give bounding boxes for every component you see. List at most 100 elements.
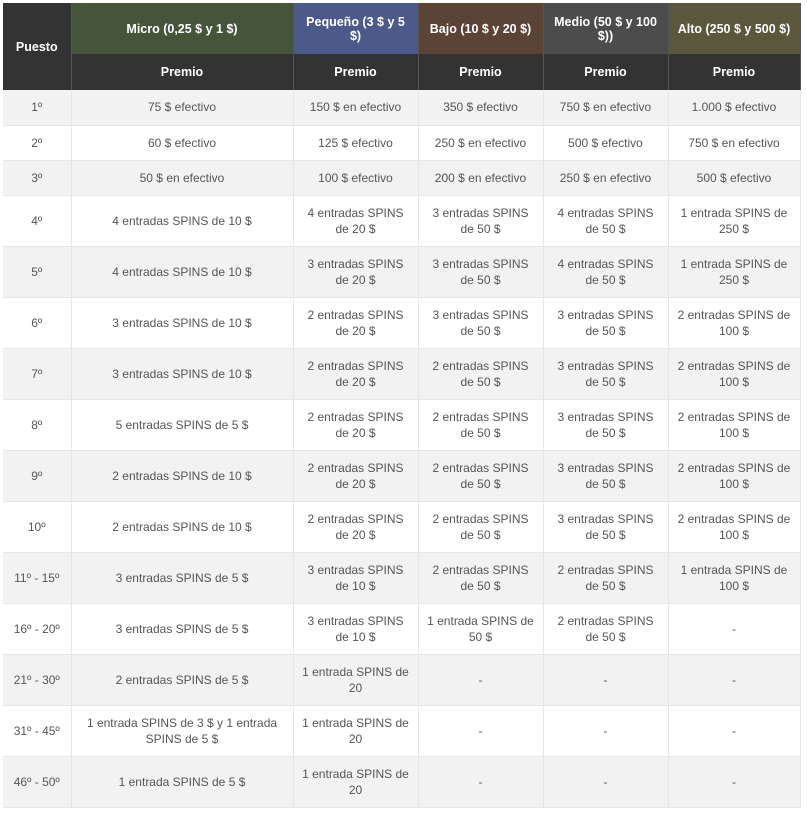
prize-cell-pequeno: 2 entradas SPINS de 20 $: [293, 297, 419, 349]
table-row: 9º 2 entradas SPINS de 10 $2 entradas SPI…: [3, 450, 801, 502]
table-row: 8º 5 entradas SPINS de 5 $ 2 entradas SPIN…: [3, 399, 801, 451]
position-cell: 1º: [3, 90, 72, 126]
prize-cell-alto: 2 entradas SPINS de 100 $: [668, 399, 801, 451]
prize-cell-alto: -: [668, 654, 801, 706]
prize-cell-alto: 2 entradas SPINS de 100 $: [668, 501, 801, 553]
prize-cell-medio: -: [543, 705, 669, 757]
prize-cell-bajo: 2 entradas SPINS de 50 $: [418, 501, 544, 553]
prize-cell-micro: 50 $ en efectivo: [71, 160, 294, 196]
prize-cell-alto: 2 entradas SPINS de 100 $: [668, 450, 801, 502]
prize-cell-pequeno: 100 $ efectivo: [293, 160, 419, 196]
prize-cell-pequeno: 150 $ en efectivo: [293, 90, 419, 126]
table-row: 46º - 50º 1 entrada SPINS de 5 $1 entrada…: [3, 756, 801, 808]
tier-header-pequeno: Pequeño (3 $ y 5 $): [293, 3, 419, 54]
premio-header-row: Premio Premio Premio Premio Premio: [3, 54, 801, 90]
prize-cell-micro: 75 $ efectivo: [71, 90, 294, 126]
prize-cell-micro: 3 entradas SPINS de 10 $: [71, 348, 294, 400]
prize-cell-alto: 1 entrada SPINS de 100 $: [668, 552, 801, 604]
prize-cell-bajo: 2 entradas SPINS de 50 $: [418, 450, 544, 502]
prize-cell-medio: 2 entradas SPINS de 50 $: [543, 552, 669, 604]
position-cell: 2º: [3, 125, 72, 161]
table-row: 1º 75 $ efectivo 150 $ en efectivo 350 $ ef…: [3, 90, 801, 126]
position-cell: 3º: [3, 160, 72, 196]
prize-cell-alto: 500 $ efectivo: [668, 160, 801, 196]
prize-cell-bajo: 350 $ efectivo: [418, 90, 544, 126]
prize-cell-micro: 60 $ efectivo: [71, 125, 294, 161]
table-row: 31º - 45º 1 entrada SPINS de 3 $ y 1 entr…: [3, 705, 801, 757]
prize-cell-micro: 3 entradas SPINS de 10 $: [71, 297, 294, 349]
tier-header-medio: Medio (50 $ y 100 $)): [543, 3, 669, 54]
position-cell: 31º - 45º: [3, 705, 72, 757]
prize-cell-micro: 4 entradas SPINS de 10 $: [71, 195, 294, 247]
prize-cell-micro: 3 entradas SPINS de 5 $: [71, 603, 294, 655]
premio-header: Premio: [71, 54, 294, 90]
prize-cell-medio: 250 $ en efectivo: [543, 160, 669, 196]
premio-header: Premio: [418, 54, 544, 90]
prize-cell-pequeno: 4 entradas SPINS de 20 $: [293, 195, 419, 247]
prize-cell-bajo: 3 entradas SPINS de 50 $: [418, 297, 544, 349]
tier-header-alto: Alto (250 $ y 500 $): [668, 3, 801, 54]
position-cell: 5º: [3, 246, 72, 298]
prize-cell-pequeno: 3 entradas SPINS de 10 $: [293, 552, 419, 604]
prize-cell-micro: 2 entradas SPINS de 10 $: [71, 501, 294, 553]
prize-cell-pequeno: 1 entrada SPINS de 20: [293, 705, 419, 757]
position-cell: 11º - 15º: [3, 552, 72, 604]
prize-cell-pequeno: 1 entrada SPINS de 20: [293, 756, 419, 808]
prize-cell-bajo: 2 entradas SPINS de 50 $: [418, 399, 544, 451]
position-cell: 6º: [3, 297, 72, 349]
prize-cell-alto: 1.000 $ efectivo: [668, 90, 801, 126]
prize-cell-bajo: 200 $ en efectivo: [418, 160, 544, 196]
prize-table-container: Puesto Micro (0,25 $ y 1 $) Pequeño (3 $…: [3, 3, 801, 808]
prize-cell-alto: 2 entradas SPINS de 100 $: [668, 348, 801, 400]
position-cell: 16º - 20º: [3, 603, 72, 655]
prize-cell-bajo: -: [418, 654, 544, 706]
prize-cell-medio: 3 entradas SPINS de 50 $: [543, 501, 669, 553]
position-cell: 9º: [3, 450, 72, 502]
prize-cell-micro: 4 entradas SPINS de 10 $: [71, 246, 294, 298]
prize-cell-pequeno: 1 entrada SPINS de 20: [293, 654, 419, 706]
prize-cell-bajo: 250 $ en efectivo: [418, 125, 544, 161]
position-cell: 21º - 30º: [3, 654, 72, 706]
prize-cell-pequeno: 125 $ efectivo: [293, 125, 419, 161]
table-row: 21º - 30º 2 entradas SPINS de 5 $1 entrad…: [3, 654, 801, 706]
table-row: 6º 3 entradas SPINS de 10 $2 entradas SPI…: [3, 297, 801, 349]
prize-cell-alto: 750 $ en efectivo: [668, 125, 801, 161]
prize-cell-bajo: 3 entradas SPINS de 50 $: [418, 246, 544, 298]
prize-cell-alto: -: [668, 705, 801, 757]
prize-cell-bajo: 1 entrada SPINS de 50 $: [418, 603, 544, 655]
prize-cell-micro: 5 entradas SPINS de 5 $: [71, 399, 294, 451]
table-body: 1º 75 $ efectivo 150 $ en efectivo 350 $ ef…: [3, 90, 801, 808]
table-row: 11º - 15º 3 entradas SPINS de 5 $3 entrad…: [3, 552, 801, 604]
prize-cell-alto: -: [668, 756, 801, 808]
prize-cell-medio: 3 entradas SPINS de 50 $: [543, 399, 669, 451]
premio-header: Premio: [293, 54, 419, 90]
tier-header-row: Puesto Micro (0,25 $ y 1 $) Pequeño (3 $…: [3, 3, 801, 90]
table-row: 5º 4 entradas SPINS de 10 $3 entradas SPI…: [3, 246, 801, 298]
position-cell: 4º: [3, 195, 72, 247]
prize-cell-micro: 3 entradas SPINS de 5 $: [71, 552, 294, 604]
table-row: 4º 4 entradas SPINS de 10 $4 entradas SPI…: [3, 195, 801, 247]
premio-header: Premio: [668, 54, 801, 90]
table-row: 10º 2 entradas SPINS de 10 $ 2 entradas SP…: [3, 501, 801, 553]
prize-cell-bajo: 2 entradas SPINS de 50 $: [418, 348, 544, 400]
table-row: 7º 3 entradas SPINS de 10 $2 entradas SPI…: [3, 348, 801, 400]
prize-cell-pequeno: 2 entradas SPINS de 20 $: [293, 348, 419, 400]
prize-cell-micro: 2 entradas SPINS de 10 $: [71, 450, 294, 502]
prize-cell-bajo: 3 entradas SPINS de 50 $: [418, 195, 544, 247]
prize-cell-medio: -: [543, 756, 669, 808]
position-cell: 8º: [3, 399, 72, 451]
prize-cell-medio: 4 entradas SPINS de 50 $: [543, 195, 669, 247]
prize-cell-bajo: -: [418, 705, 544, 757]
prize-cell-micro: 1 entrada SPINS de 3 $ y 1 entrada SPINS…: [71, 705, 294, 757]
prize-cell-pequeno: 3 entradas SPINS de 20 $: [293, 246, 419, 298]
prize-cell-bajo: 2 entradas SPINS de 50 $: [418, 552, 544, 604]
position-cell: 10º: [3, 501, 72, 553]
table-row: 2º 60 $ efectivo 125 $ efectivo 250 $ en ef…: [3, 125, 801, 161]
prize-cell-pequeno: 2 entradas SPINS de 20 $: [293, 450, 419, 502]
prize-cell-medio: 3 entradas SPINS de 50 $: [543, 297, 669, 349]
prize-cell-medio: -: [543, 654, 669, 706]
prize-cell-medio: 4 entradas SPINS de 50 $: [543, 246, 669, 298]
prize-cell-medio: 750 $ en efectivo: [543, 90, 669, 126]
prize-cell-alto: 1 entrada SPINS de 250 $: [668, 195, 801, 247]
prize-cell-bajo: -: [418, 756, 544, 808]
